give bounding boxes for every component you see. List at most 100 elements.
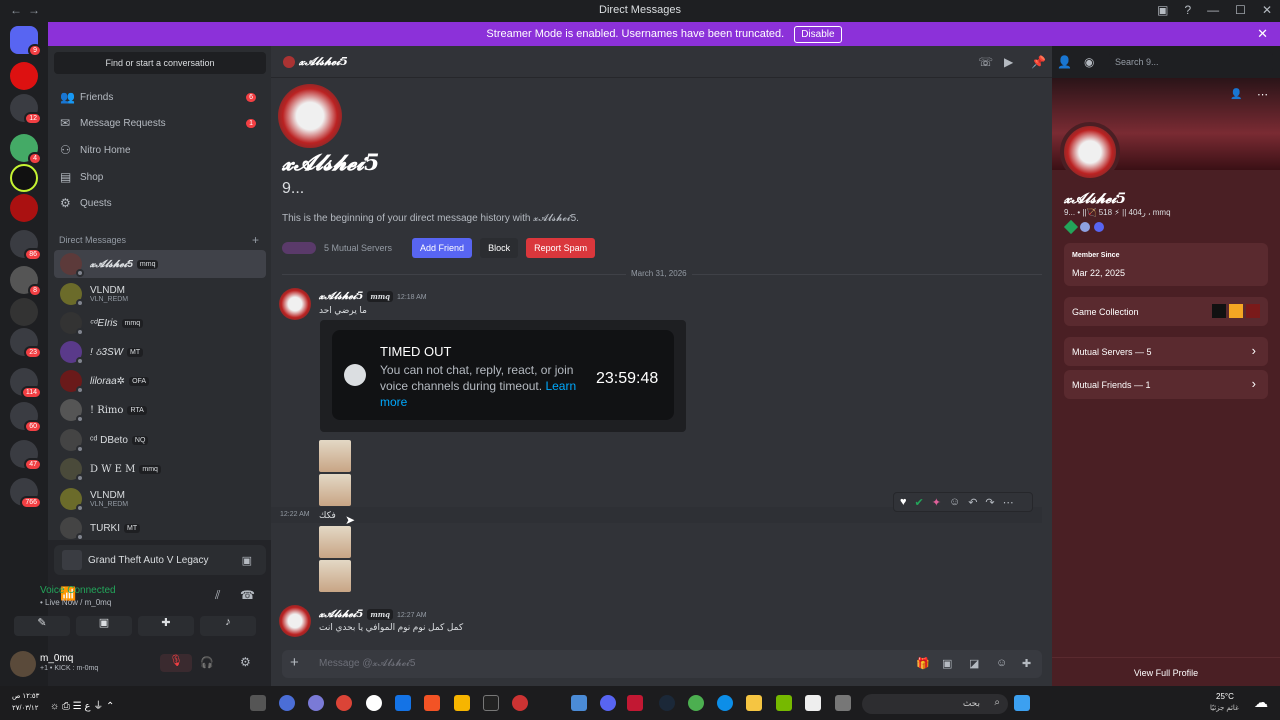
chrome-taskbar-icon[interactable] [688, 695, 704, 711]
nav-nitro-home[interactable]: ⚇ Nitro Home [54, 138, 266, 162]
taskbar-app-icon[interactable] [366, 695, 382, 711]
server-icon[interactable] [10, 298, 38, 326]
gift-icon[interactable]: 🎁 [916, 657, 930, 670]
taskbar-app-icon[interactable] [776, 695, 792, 711]
taskbar-app-icon[interactable] [483, 695, 499, 711]
inbox-icon[interactable]: ▣ [1157, 3, 1168, 17]
forward-icon[interactable]: ↷ [985, 496, 994, 509]
game-activity[interactable]: Grand Theft Auto V Legacy ▣ [54, 545, 266, 575]
close-icon[interactable]: ✕ [1257, 26, 1268, 42]
dm-item[interactable]: ! Rimo RTA [54, 396, 266, 424]
taskbar-app-icon[interactable] [512, 695, 528, 711]
report-spam-button[interactable]: Report Spam [526, 238, 596, 258]
discord-taskbar-icon[interactable] [600, 695, 616, 711]
party-reaction-icon[interactable]: ✦ [932, 496, 941, 509]
sticker-image[interactable] [319, 474, 351, 506]
mutual-friends-card[interactable]: Mutual Friends — 1 › [1064, 370, 1268, 399]
add-friend-icon[interactable]: 👤 [1230, 89, 1242, 100]
game-collection-card[interactable]: Game Collection [1064, 297, 1268, 326]
screen-share-icon[interactable]: ▣ [242, 554, 252, 567]
taskbar-app-icon[interactable] [279, 695, 295, 711]
search-input[interactable]: Search 9... [1109, 52, 1273, 72]
add-friend-button[interactable]: Add Friend [412, 238, 473, 258]
sticker-image[interactable] [319, 440, 351, 472]
mute-icon[interactable]: 🎙 [160, 654, 192, 672]
more-icon[interactable]: ⋯ [1003, 496, 1014, 509]
nav-quests[interactable]: ⚙ Quests [54, 191, 266, 215]
server-icon[interactable] [10, 164, 38, 192]
dm-item[interactable]: ! ઠ3SW MT [54, 338, 266, 366]
disconnect-icon[interactable]: ☎ [240, 588, 255, 602]
screen-share-button[interactable]: ▣ [76, 616, 132, 636]
heart-reaction-icon[interactable]: ♥ [900, 496, 907, 508]
nav-shop[interactable]: ▤ Shop [54, 165, 266, 189]
close-button[interactable]: ✕ [1262, 3, 1272, 17]
server-folder-icon[interactable]: 114 [10, 368, 42, 399]
message-avatar[interactable] [279, 605, 311, 637]
noise-suppression-icon[interactable]: ⫽ [215, 588, 220, 603]
server-icon[interactable] [10, 62, 38, 90]
profile-avatar[interactable] [1060, 122, 1120, 182]
taskbar-search[interactable]: بحث ⌕ [862, 694, 1008, 714]
message-avatar[interactable] [279, 288, 311, 320]
emoji-icon[interactable]: ☺ [996, 657, 1007, 669]
server-folder-icon[interactable]: 86 [10, 230, 42, 261]
disable-button[interactable]: Disable [794, 25, 842, 43]
sticker-image[interactable] [319, 526, 351, 558]
taskbar-app-icon[interactable] [571, 695, 587, 711]
dm-item[interactable]: liloraa✲ OFA [54, 367, 266, 395]
dm-item[interactable]: D W E Mmmq [54, 455, 266, 483]
weather-icon[interactable]: ☁ [1254, 694, 1268, 711]
reply-icon[interactable]: ↶ [968, 496, 977, 509]
mutual-servers-card[interactable]: Mutual Servers — 5 › [1064, 337, 1268, 366]
taskbar-app-icon[interactable] [250, 695, 266, 711]
camera-off-button[interactable]: ✎ [14, 616, 70, 636]
badge-icon[interactable] [1094, 222, 1104, 232]
video-icon[interactable]: ▶ [1004, 55, 1013, 69]
dm-item[interactable]: VLNDM VLN_REDM [54, 280, 266, 308]
dm-item[interactable]: ᶜᵈ DBeto NQ [54, 426, 266, 454]
add-user-icon[interactable]: 👤 [1057, 55, 1072, 69]
find-conversation-button[interactable]: Find or start a conversation [54, 52, 266, 74]
badge-icon[interactable] [1063, 219, 1079, 235]
server-icon[interactable] [10, 194, 38, 222]
nav-message-requests[interactable]: ✉ Message Requests 1 [54, 111, 266, 135]
apps-icon[interactable]: ✚ [1022, 657, 1031, 670]
dm-item[interactable]: ᶜᵈEIris mmq [54, 309, 266, 337]
sticker-icon[interactable]: ◪ [969, 657, 979, 670]
discord-home-icon[interactable]: 9 [10, 26, 42, 57]
maximize-button[interactable]: ☐ [1235, 3, 1246, 17]
taskbar-app-icon[interactable] [454, 695, 470, 711]
soundboard-button[interactable]: ♪ [200, 616, 256, 636]
pin-icon[interactable]: 📌 [1031, 55, 1046, 69]
block-button[interactable]: Block [480, 238, 519, 258]
user-avatar[interactable] [10, 651, 36, 677]
emoji-icon[interactable]: ☺ [949, 496, 960, 508]
taskbar-app-icon[interactable] [424, 695, 440, 711]
badge-icon[interactable] [1080, 222, 1090, 232]
dm-item[interactable]: TURKI MT [54, 514, 266, 542]
explorer-taskbar-icon[interactable] [746, 695, 762, 711]
dm-item[interactable]: VLNDM VLN_REDM [54, 485, 266, 513]
call-icon[interactable]: ☏ [978, 55, 993, 69]
server-icon[interactable]: 4 [10, 134, 42, 165]
server-folder-icon[interactable]: 766 [10, 478, 42, 509]
taskbar-app-icon[interactable] [627, 695, 643, 711]
sticker-image[interactable] [319, 560, 351, 592]
taskbar-app-icon[interactable] [336, 695, 352, 711]
help-icon[interactable]: ? [1184, 3, 1191, 17]
server-icon[interactable]: 8 [10, 266, 42, 297]
dm-item[interactable]: 𝔁𝓐𝓵𝓼𝓱𝓮𝓲5 mmq [54, 250, 266, 278]
add-attachment-icon[interactable]: + [290, 654, 299, 671]
server-folder-icon[interactable]: 12 [10, 94, 42, 125]
mutual-servers-link[interactable]: 5 Mutual Servers [324, 243, 392, 253]
message-composer[interactable]: + Message @𝔁𝓐𝓵𝓼𝓱𝓮𝓲5 🎁 ▣ ◪ ☺ ✚ [282, 650, 1042, 678]
headphones-icon[interactable]: 🎧 [200, 656, 214, 669]
server-folder-icon[interactable]: 47 [10, 440, 42, 471]
taskbar-app-icon[interactable] [395, 695, 411, 711]
user-profile-icon[interactable]: ◉ [1084, 55, 1094, 69]
minimize-button[interactable]: — [1207, 3, 1219, 17]
steam-taskbar-icon[interactable] [659, 695, 675, 711]
server-folder-icon[interactable]: 60 [10, 402, 42, 433]
taskbar-app-icon[interactable] [308, 695, 324, 711]
